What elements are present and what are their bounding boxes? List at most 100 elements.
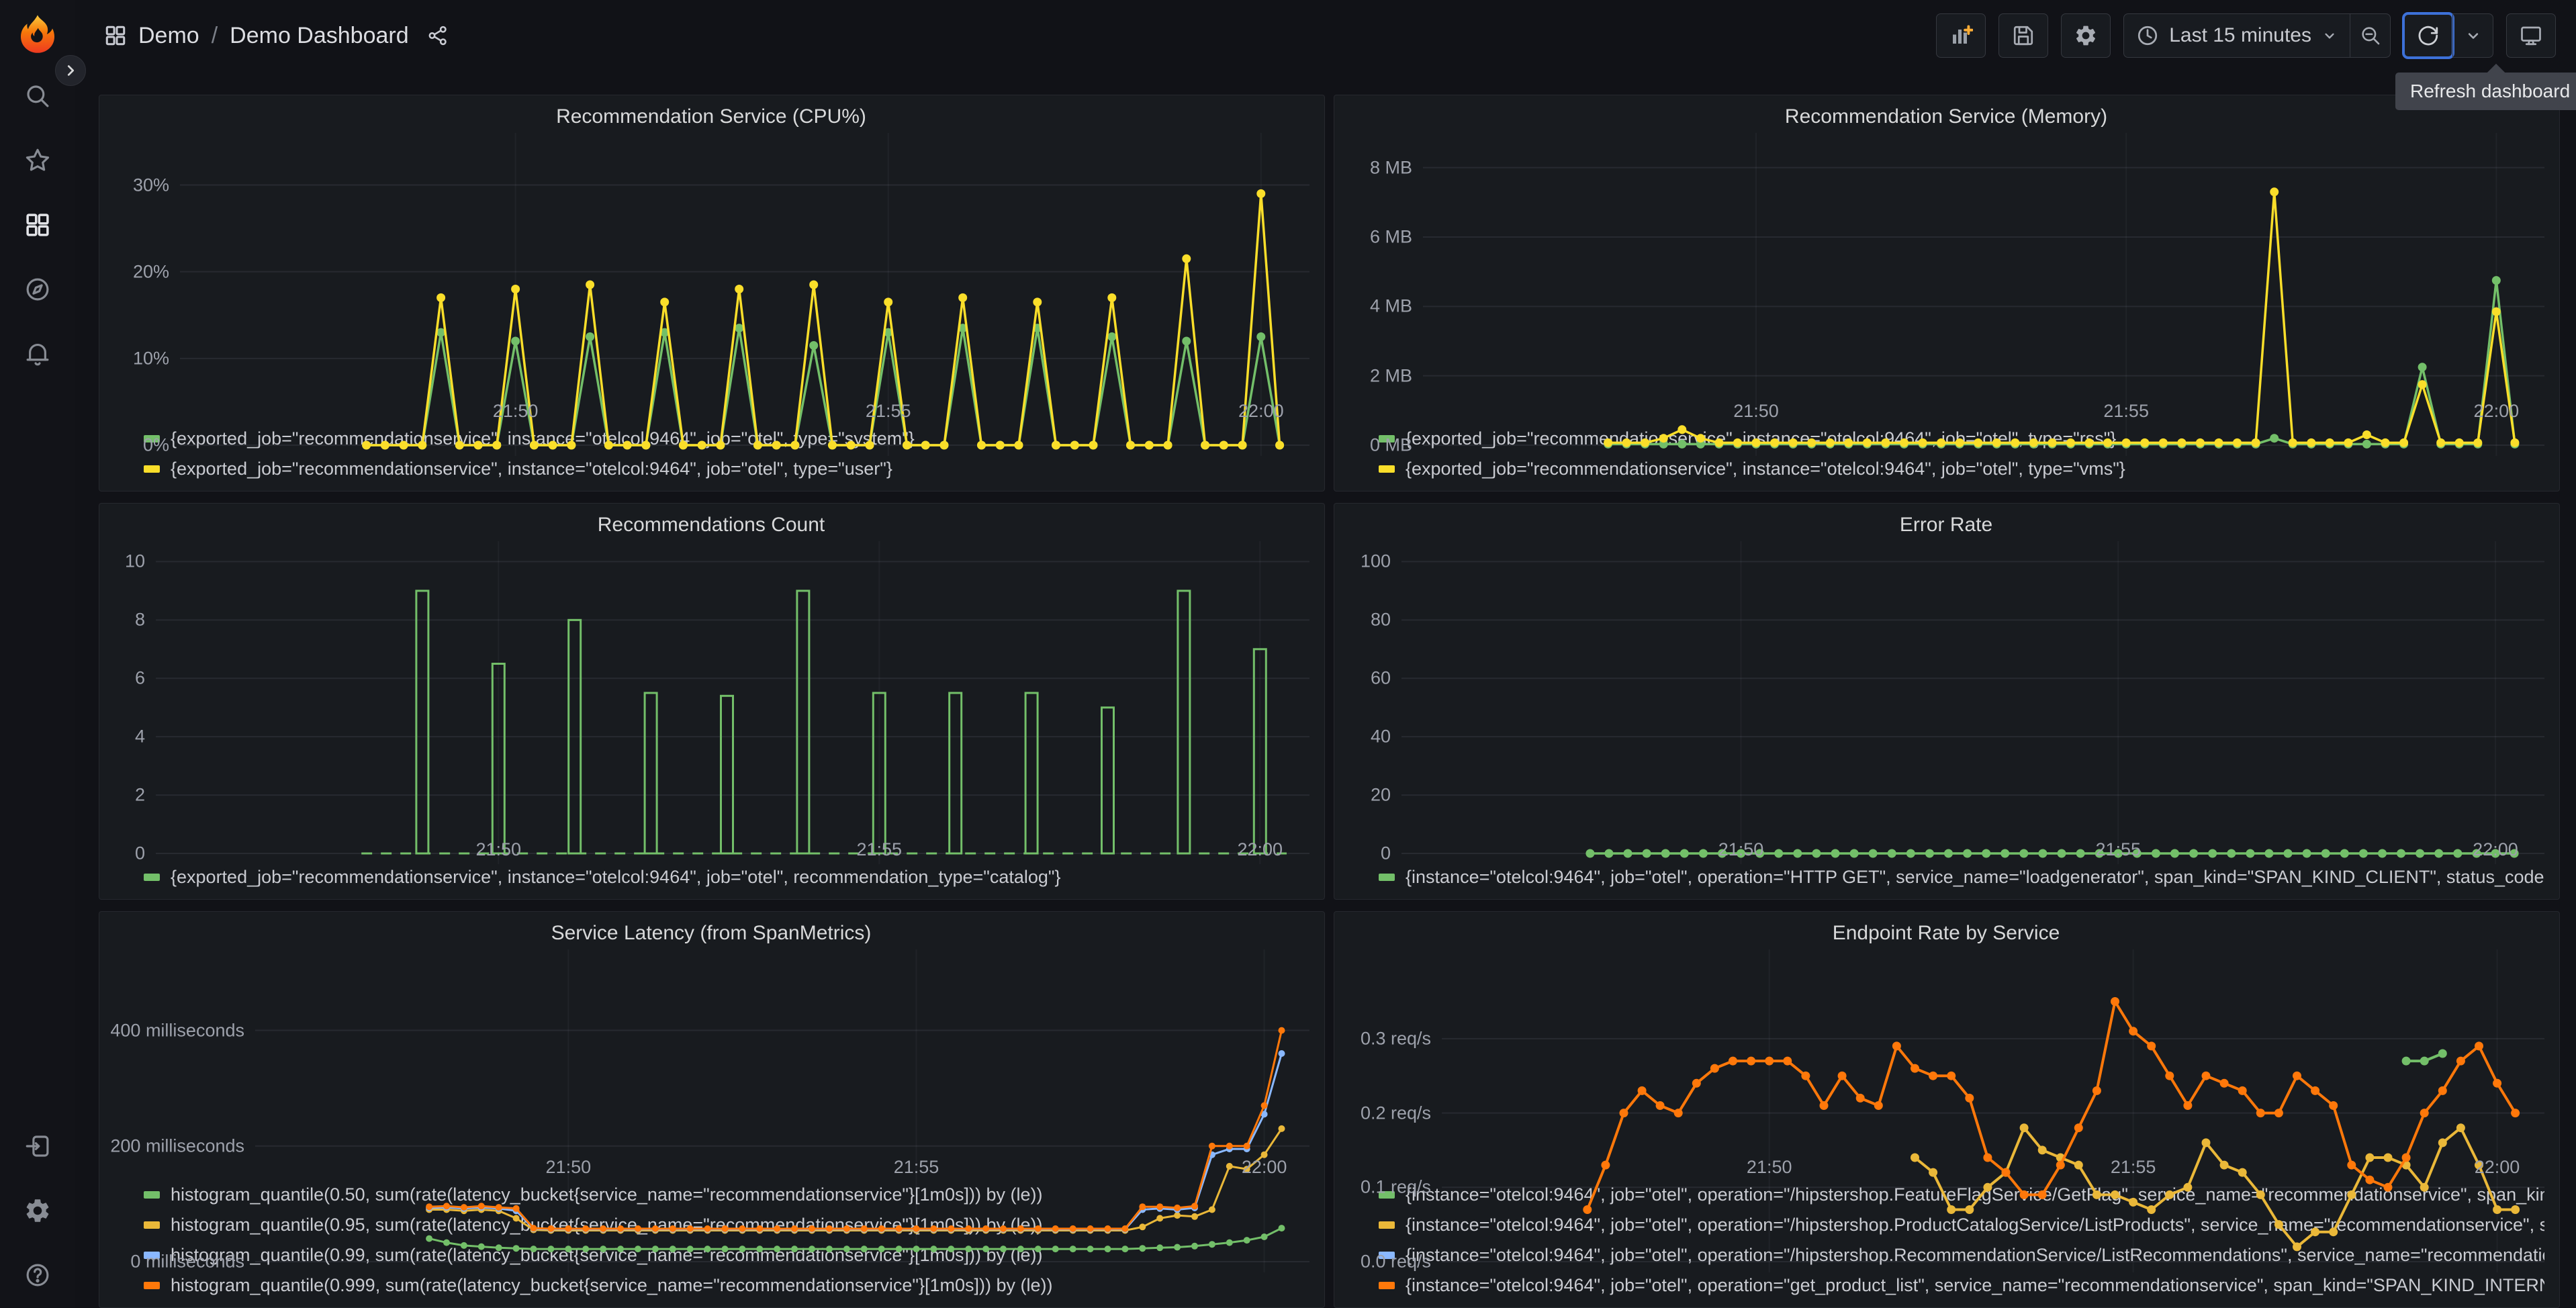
settings-gear-icon — [2076, 26, 2096, 46]
x-tick-label: 22:00 — [2473, 839, 2518, 859]
panel-title[interactable]: Endpoint Rate by Service — [1833, 922, 2060, 945]
y-axis: 0 MB 2 MB 4 MB 6 MB 8 MB — [1348, 133, 1423, 455]
y-tick-label: 0 — [1380, 843, 1391, 863]
x-tick-label: 21:55 — [2103, 401, 2149, 421]
dashboards-grid-icon — [26, 214, 49, 236]
y-tick-label: 60 — [1370, 667, 1391, 688]
zoom-out-icon — [2361, 27, 2379, 45]
panel-recommendations-count: Recommendations Count 0 2 4 6 8 10 21:50 21:55… — [99, 503, 1325, 900]
x-axis: 21:50 21:55 22:00 — [1423, 395, 2544, 424]
x-tick-label: 21:50 — [545, 1157, 592, 1177]
legend-item[interactable]: histogram_quantile(0.999, sum(rate(laten… — [144, 1270, 1309, 1301]
sidebar-item-dashboards[interactable] — [16, 209, 59, 240]
legend-label: {instance="otelcol:9464", job="otel", op… — [1406, 1275, 2544, 1295]
legend-item[interactable]: {instance="otelcol:9464", job="otel", op… — [1379, 862, 2544, 892]
sidebar-item-explore[interactable] — [16, 274, 59, 305]
breadcrumb-section[interactable]: Demo — [138, 23, 199, 49]
sidebar-item-search[interactable] — [16, 81, 59, 111]
chart-plot[interactable] — [1423, 133, 2544, 456]
share-dashboard-button[interactable] — [426, 24, 449, 47]
sidebar-expand-button[interactable] — [55, 55, 86, 86]
y-tick-label: 2 — [134, 784, 145, 805]
x-tick-label: 21:50 — [1733, 401, 1779, 421]
refresh-dashboard-button[interactable] — [2402, 12, 2454, 59]
y-tick-label: 10 — [124, 551, 145, 571]
sidebar-item-sign-in[interactable] — [16, 1131, 59, 1162]
sidebar — [0, 0, 86, 1308]
sidebar-item-settings[interactable] — [16, 1195, 59, 1226]
legend-item[interactable]: {exported_job="recommendationservice", i… — [1379, 454, 2544, 484]
clock-icon — [2138, 26, 2158, 46]
panel-title[interactable]: Recommendation Service (Memory) — [1785, 105, 2107, 128]
time-range-label: Last 15 minutes — [2169, 24, 2311, 46]
panel-title[interactable]: Error Rate — [1900, 514, 1992, 536]
bell-icon — [26, 344, 49, 366]
legend-swatch-icon — [144, 1282, 160, 1289]
question-circle-icon — [26, 1264, 49, 1287]
refresh-interval-dropdown[interactable] — [2452, 14, 2493, 57]
y-tick-label: 4 — [134, 726, 145, 747]
add-panel-button[interactable] — [1936, 13, 1986, 58]
dashboard-grid: Recommendation Service (CPU%) 0% 10% 20% 30… — [75, 71, 2576, 1308]
legend-item[interactable]: {exported_job="recommendationservice", i… — [144, 454, 1309, 484]
chart-plot[interactable] — [1401, 541, 2544, 864]
breadcrumb-page: Demo Dashboard — [230, 22, 409, 48]
time-range-button[interactable]: Last 15 minutes — [2124, 14, 2350, 57]
sidebar-item-alerting[interactable] — [16, 338, 59, 369]
kiosk-mode-button[interactable] — [2506, 13, 2556, 58]
chevron-down-icon — [2325, 33, 2334, 39]
y-tick-label: 2 MB — [1369, 365, 1412, 386]
x-tick-label: 22:00 — [1238, 401, 1284, 421]
x-tick-label: 22:00 — [1237, 839, 1283, 859]
y-tick-label: 6 MB — [1369, 226, 1412, 247]
panel-service-latency: Service Latency (from SpanMetrics) 0 mil… — [99, 911, 1325, 1308]
y-axis: 0.0 req/s 0.1 req/s 0.2 req/s 0.3 req/s — [1348, 949, 1442, 1271]
chevron-down-icon — [2468, 33, 2478, 39]
x-tick-label: 21:55 — [893, 1157, 939, 1177]
sidebar-item-help[interactable] — [16, 1260, 59, 1291]
refresh-group — [2402, 12, 2493, 59]
legend-item[interactable]: {instance="otelcol:9464", job="otel", op… — [1379, 1270, 2544, 1301]
gear-icon — [26, 1199, 49, 1222]
sign-in-icon — [26, 1135, 49, 1157]
x-axis: 21:50 21:55 22:00 — [156, 834, 1309, 862]
legend-swatch-icon — [144, 1221, 160, 1229]
y-tick-label: 0 MB — [1369, 434, 1412, 455]
x-tick-label: 21:50 — [492, 401, 539, 421]
y-axis: 0 2 4 6 8 10 — [113, 541, 156, 863]
x-axis: 21:50 21:55 22:00 — [255, 1152, 1309, 1180]
y-tick-label: 200 milliseconds — [110, 1135, 244, 1156]
panel-title[interactable]: Service Latency (from SpanMetrics) — [551, 922, 872, 945]
chart-plot[interactable] — [156, 541, 1309, 864]
x-tick-label: 21:50 — [1718, 839, 1764, 859]
share-icon — [428, 26, 447, 46]
x-tick-label: 22:00 — [2474, 1157, 2520, 1177]
chart-plot[interactable] — [1442, 949, 2544, 1272]
panel-recommendation-cpu: Recommendation Service (CPU%) 0% 10% 20% 30… — [99, 95, 1325, 492]
panel-title[interactable]: Recommendation Service (CPU%) — [556, 105, 866, 128]
grafana-logo-icon[interactable] — [15, 12, 60, 56]
y-tick-label: 0.1 req/s — [1360, 1176, 1431, 1197]
y-tick-label: 10% — [132, 348, 169, 369]
star-icon — [26, 148, 50, 171]
zoom-out-time-button[interactable] — [2350, 14, 2390, 57]
panel-title[interactable]: Recommendations Count — [598, 514, 825, 536]
y-axis: 0% 10% 20% 30% — [113, 133, 180, 455]
x-axis: 21:50 21:55 22:00 — [1442, 1152, 2544, 1180]
legend-item[interactable]: {exported_job="recommendationservice", i… — [144, 862, 1309, 892]
legend-swatch-icon — [144, 874, 160, 881]
legend: {instance="otelcol:9464", job="otel", op… — [1348, 862, 2544, 892]
legend-label: {exported_job="recommendationservice", i… — [1406, 459, 2125, 479]
refresh-icon — [2418, 26, 2438, 46]
y-tick-label: 0.0 req/s — [1360, 1251, 1431, 1272]
top-nav: Demo / Demo Dashboard Last 15 minutes Re… — [75, 0, 2576, 110]
dashboard-settings-button[interactable] — [2061, 13, 2111, 58]
save-dashboard-button[interactable] — [1998, 13, 2049, 58]
chart-plot[interactable] — [180, 133, 1309, 456]
add-panel-icon — [1953, 25, 1974, 44]
legend-swatch-icon — [144, 465, 160, 473]
panel-recommendation-memory: Recommendation Service (Memory) 0 MB 2 MB… — [1334, 95, 2560, 492]
chart-plot[interactable] — [255, 949, 1309, 1272]
x-tick-label: 22:00 — [2473, 401, 2520, 421]
sidebar-item-starred[interactable] — [16, 145, 59, 176]
